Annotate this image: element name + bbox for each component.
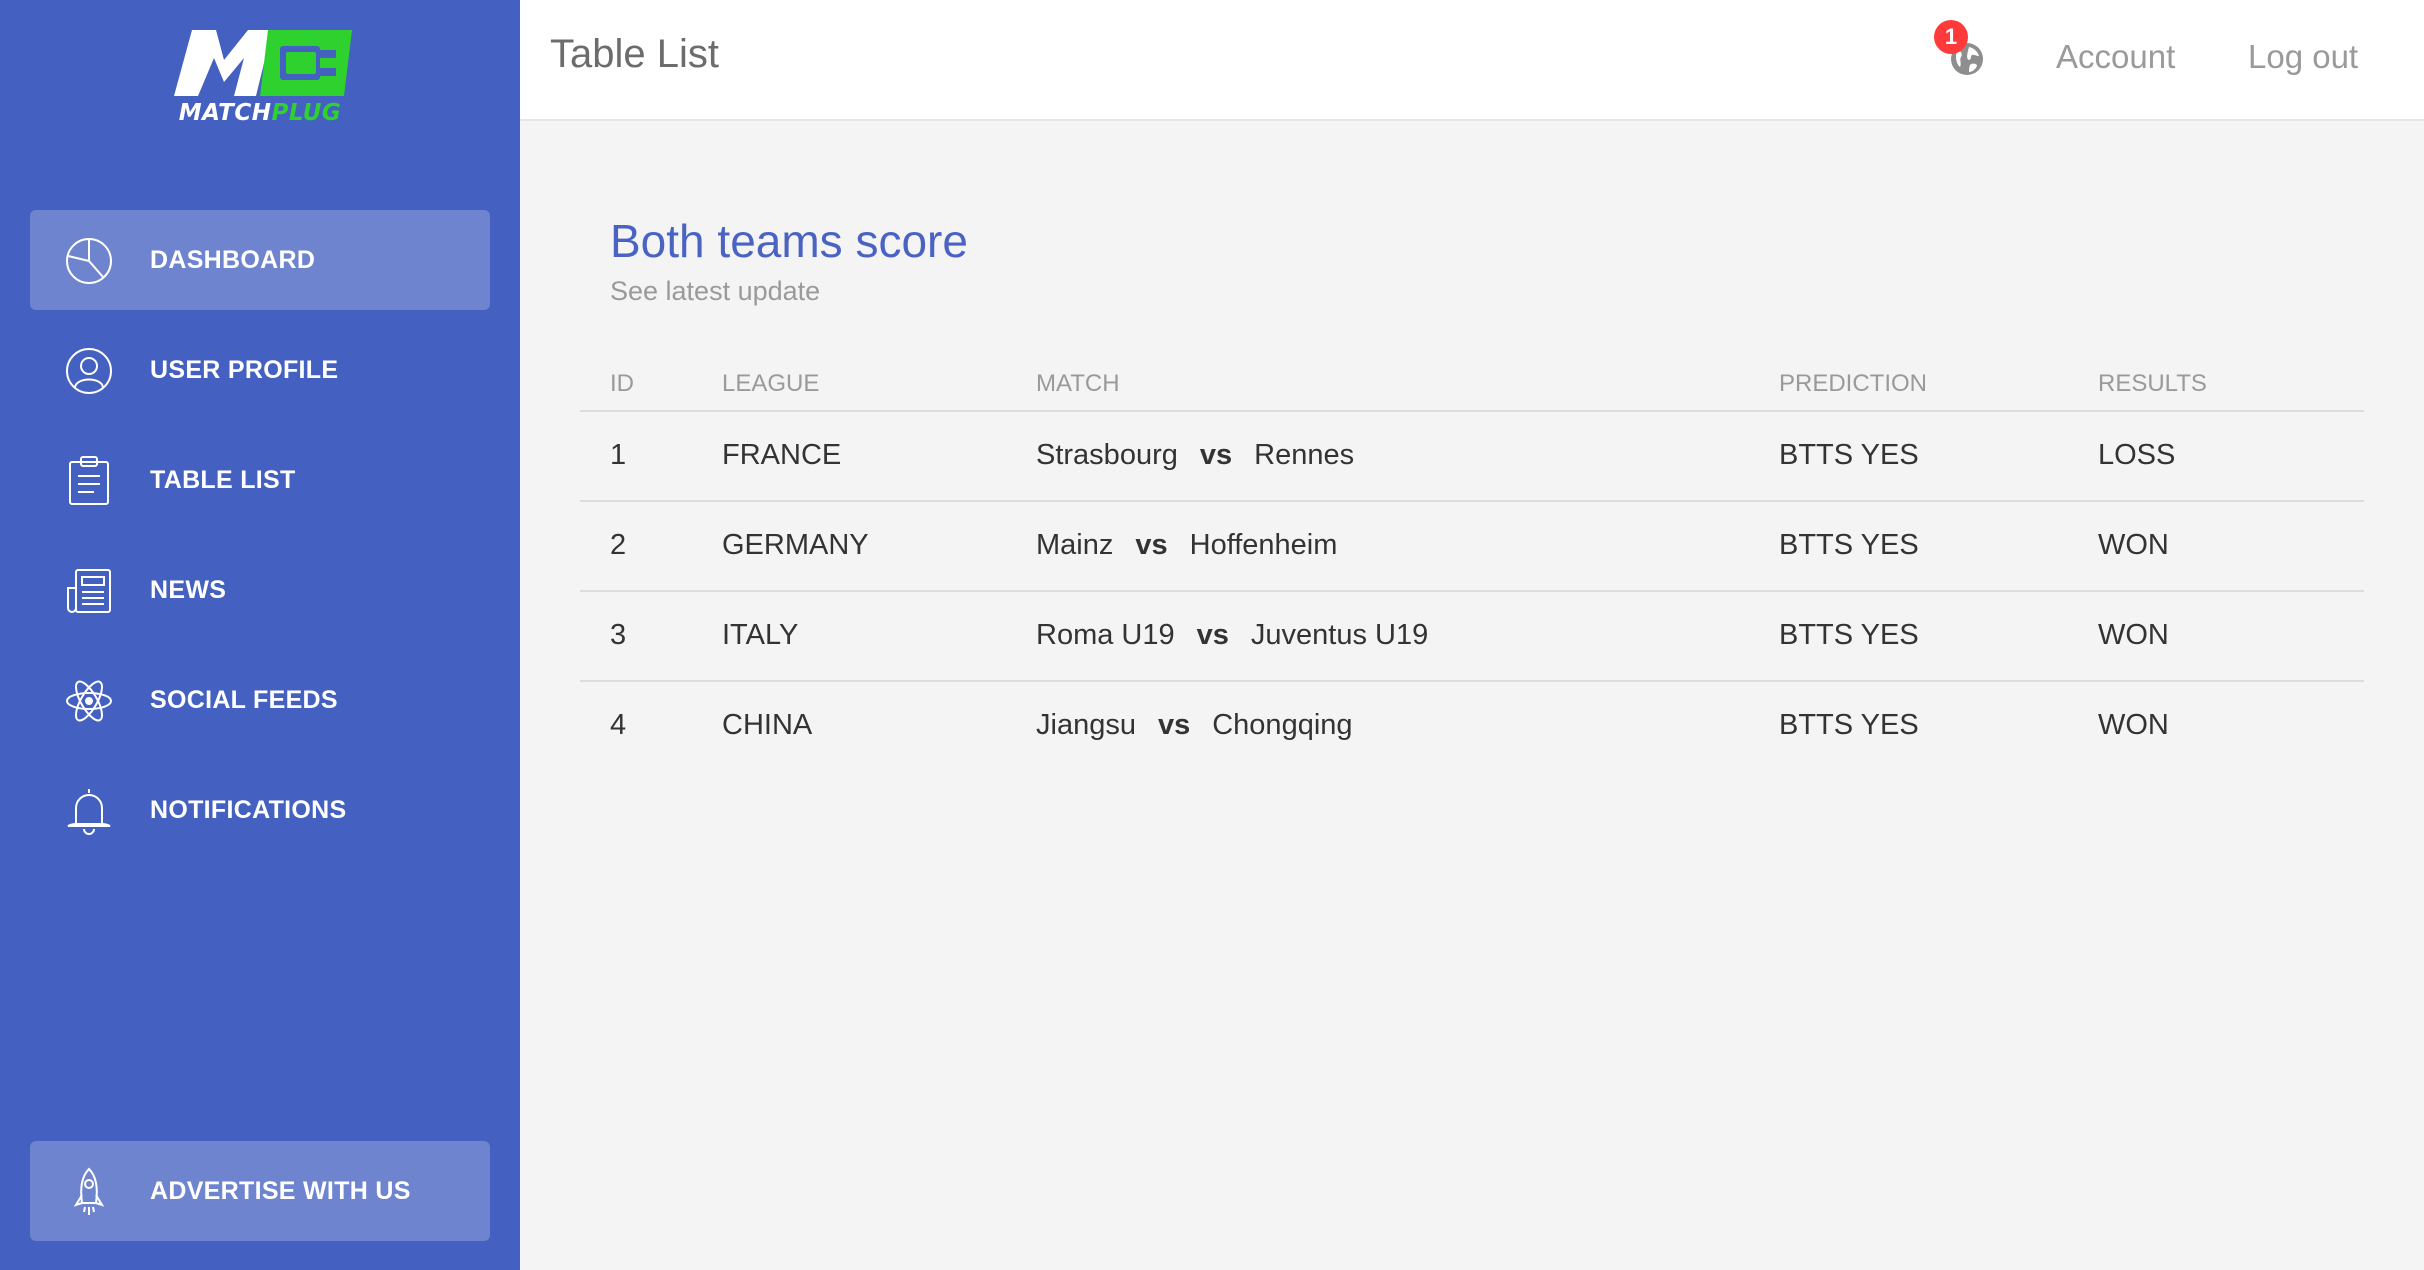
cell-result: LOSS: [2098, 439, 2176, 471]
home-team: Mainz: [1036, 529, 1114, 561]
sidebar-item-table-list[interactable]: TABLE LIST: [30, 430, 490, 530]
away-team: Hoffenheim: [1189, 529, 1338, 561]
sidebar-item-label: NEWS: [150, 576, 227, 604]
clipboard-icon: [64, 456, 114, 506]
column-header-match: MATCH: [1036, 370, 1120, 397]
table-row: 4 CHINA Jiangsu vs Chongqing BTTS YES WON: [580, 682, 2364, 772]
cell-id: 1: [610, 439, 627, 471]
away-team: Rennes: [1254, 439, 1355, 471]
cell-match: Mainz vs Hoffenheim: [1036, 529, 1337, 562]
cell-prediction: BTTS YES: [1779, 529, 1919, 561]
matchplug-logo[interactable]: MATCHPLUG: [168, 26, 352, 136]
column-header-id: ID: [610, 370, 634, 397]
column-header-prediction: PREDICTION: [1779, 370, 1928, 397]
advertise-button[interactable]: ADVERTISE WITH US: [30, 1141, 490, 1241]
sidebar-nav: DASHBOARD USER PROFILE TABLE LIST NEWS S…: [30, 210, 490, 870]
results-table: ID LEAGUE MATCH PREDICTION RESULTS 1 FRA…: [580, 354, 2364, 772]
cell-match: Roma U19 vs Juventus U19: [1036, 619, 1428, 652]
rocket-icon: [64, 1167, 114, 1217]
pie-chart-icon: [64, 236, 114, 286]
sidebar-item-notifications[interactable]: NOTIFICATIONS: [30, 760, 490, 860]
top-navbar: Table List 1 Account Log out: [520, 0, 2424, 121]
notification-badge: 1: [1934, 20, 1968, 54]
newspaper-icon: [64, 566, 114, 616]
column-header-league: LEAGUE: [722, 370, 820, 397]
vs-label: vs: [1157, 709, 1191, 741]
vs-label: vs: [1196, 619, 1229, 651]
sidebar-item-user-profile[interactable]: USER PROFILE: [30, 320, 490, 420]
sidebar-item-label: TABLE LIST: [150, 466, 296, 494]
logout-link[interactable]: Log out: [2248, 38, 2358, 76]
table-row: 1 FRANCE Strasbourg vs Rennes BTTS YES LOS…: [580, 412, 2364, 502]
user-icon: [64, 346, 114, 396]
sidebar-item-social-feeds[interactable]: SOCIAL FEEDS: [30, 650, 490, 750]
vs-label: vs: [1199, 439, 1233, 471]
cell-prediction: BTTS YES: [1779, 619, 1919, 651]
cell-result: WON: [2098, 709, 2169, 741]
page-title: Table List: [550, 32, 719, 76]
table-header: ID LEAGUE MATCH PREDICTION RESULTS: [580, 354, 2364, 412]
table-row: 3 ITALY Roma U19 vs Juventus U19 BTTS YES …: [580, 592, 2364, 682]
cell-match: Jiangsu vs Chongqing: [1036, 709, 1353, 742]
home-team: Strasbourg: [1036, 439, 1178, 471]
cell-result: WON: [2098, 619, 2169, 651]
sidebar: MATCHPLUG DASHBOARD USER PROFILE TABLE L…: [0, 0, 520, 1270]
sidebar-item-news[interactable]: NEWS: [30, 540, 490, 640]
cell-prediction: BTTS YES: [1779, 709, 1919, 741]
home-team: Roma U19: [1036, 619, 1175, 651]
cell-prediction: BTTS YES: [1779, 439, 1919, 471]
vs-label: vs: [1135, 529, 1168, 561]
away-team: Juventus U19: [1250, 619, 1429, 651]
table-row: 2 GERMANY Mainz vs Hoffenheim BTTS YES WON: [580, 502, 2364, 592]
cell-result: WON: [2098, 529, 2169, 561]
sidebar-item-label: NOTIFICATIONS: [150, 796, 347, 824]
sidebar-item-label: DASHBOARD: [150, 246, 316, 274]
sidebar-item-label: USER PROFILE: [150, 356, 339, 384]
cell-id: 4: [610, 709, 627, 741]
sidebar-item-label: SOCIAL FEEDS: [150, 686, 338, 714]
cell-league: CHINA: [722, 709, 813, 741]
logo-wordmark: MATCHPLUG: [178, 100, 342, 126]
card-subtitle: See latest update: [610, 276, 821, 306]
account-link[interactable]: Account: [2056, 38, 2175, 76]
home-team: Jiangsu: [1036, 709, 1136, 741]
advertise-label: ADVERTISE WITH US: [150, 1177, 411, 1205]
cell-league: FRANCE: [722, 439, 842, 471]
card-title: Both teams score: [610, 215, 968, 267]
cell-id: 2: [610, 529, 627, 561]
bell-icon: [64, 786, 114, 836]
away-team: Chongqing: [1212, 709, 1353, 741]
cell-id: 3: [610, 619, 627, 651]
atom-icon: [64, 676, 114, 726]
cell-match: Strasbourg vs Rennes: [1036, 439, 1354, 472]
cell-league: GERMANY: [722, 529, 869, 561]
sidebar-item-dashboard[interactable]: DASHBOARD: [30, 210, 490, 310]
column-header-results: RESULTS: [2098, 370, 2207, 397]
cell-league: ITALY: [722, 619, 799, 651]
